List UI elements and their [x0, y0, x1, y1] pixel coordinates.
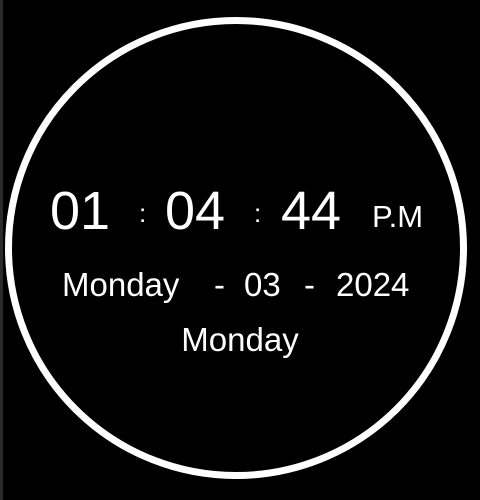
- clock-period: P.M: [372, 199, 424, 234]
- clock-separator: :: [139, 198, 147, 228]
- clock-seconds: 44: [281, 181, 342, 241]
- time-display: 01 : 04 : 44 P.M: [0, 178, 480, 248]
- date-display: Monday - 03 - 2024: [0, 268, 480, 308]
- date-day-name: Monday: [62, 266, 180, 303]
- date-separator: -: [214, 266, 225, 303]
- clock-hours: 01: [50, 181, 111, 241]
- clock-separator: :: [254, 198, 262, 228]
- date-year: 2024: [336, 266, 410, 303]
- weekday-label: Monday: [181, 321, 299, 358]
- clock-face-ring: [5, 17, 467, 479]
- window-edge: [0, 0, 3, 500]
- date-day-number: 03: [244, 266, 281, 303]
- date-separator: -: [304, 266, 315, 303]
- clock-minutes: 04: [165, 181, 226, 241]
